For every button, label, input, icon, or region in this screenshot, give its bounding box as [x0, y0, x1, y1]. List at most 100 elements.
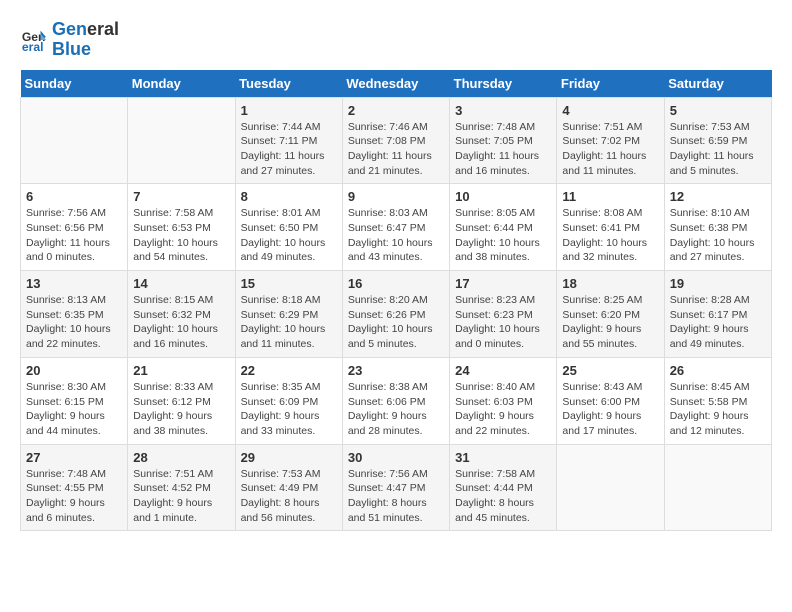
weekday-header-sunday: Sunday — [21, 70, 128, 98]
weekday-header-row: SundayMondayTuesdayWednesdayThursdayFrid… — [21, 70, 772, 98]
day-number: 4 — [562, 103, 658, 118]
day-number: 8 — [241, 189, 337, 204]
weekday-header-wednesday: Wednesday — [342, 70, 449, 98]
calendar-cell: 30 Sunrise: 7:56 AMSunset: 4:47 PMDayligh… — [342, 444, 449, 531]
weekday-header-saturday: Saturday — [664, 70, 771, 98]
calendar-week-row: 1 Sunrise: 7:44 AMSunset: 7:11 PMDaylight… — [21, 97, 772, 184]
calendar-cell: 2 Sunrise: 7:46 AMSunset: 7:08 PMDaylight… — [342, 97, 449, 184]
calendar-week-row: 6 Sunrise: 7:56 AMSunset: 6:56 PMDaylight… — [21, 184, 772, 271]
weekday-header-monday: Monday — [128, 70, 235, 98]
day-info: Sunrise: 7:56 AMSunset: 4:47 PMDaylight:… — [348, 467, 444, 526]
day-number: 28 — [133, 450, 229, 465]
day-info: Sunrise: 8:13 AMSunset: 6:35 PMDaylight:… — [26, 293, 122, 352]
day-info: Sunrise: 8:38 AMSunset: 6:06 PMDaylight:… — [348, 380, 444, 439]
calendar-cell — [128, 97, 235, 184]
day-info: Sunrise: 8:01 AMSunset: 6:50 PMDaylight:… — [241, 206, 337, 265]
day-info: Sunrise: 8:05 AMSunset: 6:44 PMDaylight:… — [455, 206, 551, 265]
calendar-cell: 8 Sunrise: 8:01 AMSunset: 6:50 PMDaylight… — [235, 184, 342, 271]
day-number: 13 — [26, 276, 122, 291]
day-info: Sunrise: 8:23 AMSunset: 6:23 PMDaylight:… — [455, 293, 551, 352]
day-number: 6 — [26, 189, 122, 204]
calendar-week-row: 27Sunrise: 7:48 AMSunset: 4:55 PMDayligh… — [21, 444, 772, 531]
day-info: Sunrise: 8:08 AMSunset: 6:41 PMDaylight:… — [562, 206, 658, 265]
calendar-cell: 7 Sunrise: 7:58 AMSunset: 6:53 PMDaylight… — [128, 184, 235, 271]
day-info: Sunrise: 7:56 AMSunset: 6:56 PMDaylight:… — [26, 206, 122, 265]
day-info: Sunrise: 7:58 AMSunset: 4:44 PMDaylight:… — [455, 467, 551, 526]
calendar-cell: 31 Sunrise: 7:58 AMSunset: 4:44 PMDayligh… — [450, 444, 557, 531]
day-number: 17 — [455, 276, 551, 291]
calendar-cell: 29 Sunrise: 7:53 AMSunset: 4:49 PMDayligh… — [235, 444, 342, 531]
day-info: Sunrise: 7:51 AMSunset: 7:02 PMDaylight:… — [562, 120, 658, 179]
day-number: 24 — [455, 363, 551, 378]
logo-text2: Blue — [52, 40, 119, 60]
logo: Gen eral General Blue — [20, 20, 119, 60]
calendar-cell: 27Sunrise: 7:48 AMSunset: 4:55 PMDayligh… — [21, 444, 128, 531]
page-header: Gen eral General Blue — [20, 20, 772, 60]
day-number: 25 — [562, 363, 658, 378]
calendar-cell: 1 Sunrise: 7:44 AMSunset: 7:11 PMDaylight… — [235, 97, 342, 184]
calendar-cell: 9Sunrise: 8:03 AMSunset: 6:47 PMDaylight… — [342, 184, 449, 271]
weekday-header-friday: Friday — [557, 70, 664, 98]
day-info: Sunrise: 8:25 AMSunset: 6:20 PMDaylight:… — [562, 293, 658, 352]
day-number: 26 — [670, 363, 766, 378]
logo-text: General — [52, 20, 119, 40]
day-number: 20 — [26, 363, 122, 378]
day-info: Sunrise: 8:03 AMSunset: 6:47 PMDaylight:… — [348, 206, 444, 265]
calendar-cell: 6 Sunrise: 7:56 AMSunset: 6:56 PMDaylight… — [21, 184, 128, 271]
calendar-cell — [664, 444, 771, 531]
calendar-cell: 4 Sunrise: 7:51 AMSunset: 7:02 PMDaylight… — [557, 97, 664, 184]
calendar-table: SundayMondayTuesdayWednesdayThursdayFrid… — [20, 70, 772, 532]
calendar-cell — [21, 97, 128, 184]
calendar-cell — [557, 444, 664, 531]
day-info: Sunrise: 7:48 AMSunset: 4:55 PMDaylight:… — [26, 467, 122, 526]
calendar-body: 1 Sunrise: 7:44 AMSunset: 7:11 PMDaylight… — [21, 97, 772, 531]
calendar-cell: 25Sunrise: 8:43 AMSunset: 6:00 PMDayligh… — [557, 357, 664, 444]
calendar-cell: 17 Sunrise: 8:23 AMSunset: 6:23 PMDayligh… — [450, 271, 557, 358]
logo-icon: Gen eral — [20, 26, 48, 54]
day-number: 10 — [455, 189, 551, 204]
day-number: 14 — [133, 276, 229, 291]
calendar-cell: 10 Sunrise: 8:05 AMSunset: 6:44 PMDayligh… — [450, 184, 557, 271]
calendar-week-row: 13 Sunrise: 8:13 AMSunset: 6:35 PMDayligh… — [21, 271, 772, 358]
day-info: Sunrise: 8:30 AMSunset: 6:15 PMDaylight:… — [26, 380, 122, 439]
day-number: 23 — [348, 363, 444, 378]
day-info: Sunrise: 7:58 AMSunset: 6:53 PMDaylight:… — [133, 206, 229, 265]
day-info: Sunrise: 8:45 AMSunset: 5:58 PMDaylight:… — [670, 380, 766, 439]
day-info: Sunrise: 7:53 AMSunset: 4:49 PMDaylight:… — [241, 467, 337, 526]
calendar-cell: 11Sunrise: 8:08 AMSunset: 6:41 PMDayligh… — [557, 184, 664, 271]
calendar-cell: 12Sunrise: 8:10 AMSunset: 6:38 PMDayligh… — [664, 184, 771, 271]
day-number: 5 — [670, 103, 766, 118]
day-info: Sunrise: 7:51 AMSunset: 4:52 PMDaylight:… — [133, 467, 229, 526]
day-number: 31 — [455, 450, 551, 465]
day-info: Sunrise: 7:46 AMSunset: 7:08 PMDaylight:… — [348, 120, 444, 179]
day-number: 30 — [348, 450, 444, 465]
day-number: 22 — [241, 363, 337, 378]
weekday-header-thursday: Thursday — [450, 70, 557, 98]
day-number: 29 — [241, 450, 337, 465]
day-info: Sunrise: 8:35 AMSunset: 6:09 PMDaylight:… — [241, 380, 337, 439]
day-info: Sunrise: 8:18 AMSunset: 6:29 PMDaylight:… — [241, 293, 337, 352]
calendar-cell: 14 Sunrise: 8:15 AMSunset: 6:32 PMDayligh… — [128, 271, 235, 358]
calendar-cell: 20 Sunrise: 8:30 AMSunset: 6:15 PMDayligh… — [21, 357, 128, 444]
calendar-cell: 22 Sunrise: 8:35 AMSunset: 6:09 PMDayligh… — [235, 357, 342, 444]
day-info: Sunrise: 8:40 AMSunset: 6:03 PMDaylight:… — [455, 380, 551, 439]
calendar-cell: 18Sunrise: 8:25 AMSunset: 6:20 PMDayligh… — [557, 271, 664, 358]
day-number: 19 — [670, 276, 766, 291]
day-info: Sunrise: 8:33 AMSunset: 6:12 PMDaylight:… — [133, 380, 229, 439]
day-number: 7 — [133, 189, 229, 204]
day-number: 2 — [348, 103, 444, 118]
calendar-cell: 5 Sunrise: 7:53 AMSunset: 6:59 PMDaylight… — [664, 97, 771, 184]
day-number: 1 — [241, 103, 337, 118]
calendar-cell: 21 Sunrise: 8:33 AMSunset: 6:12 PMDayligh… — [128, 357, 235, 444]
weekday-header-tuesday: Tuesday — [235, 70, 342, 98]
day-info: Sunrise: 7:53 AMSunset: 6:59 PMDaylight:… — [670, 120, 766, 179]
day-info: Sunrise: 8:15 AMSunset: 6:32 PMDaylight:… — [133, 293, 229, 352]
day-number: 21 — [133, 363, 229, 378]
calendar-cell: 26 Sunrise: 8:45 AMSunset: 5:58 PMDayligh… — [664, 357, 771, 444]
calendar-cell: 23 Sunrise: 8:38 AMSunset: 6:06 PMDayligh… — [342, 357, 449, 444]
day-info: Sunrise: 8:20 AMSunset: 6:26 PMDaylight:… — [348, 293, 444, 352]
calendar-cell: 28 Sunrise: 7:51 AMSunset: 4:52 PMDayligh… — [128, 444, 235, 531]
day-info: Sunrise: 7:44 AMSunset: 7:11 PMDaylight:… — [241, 120, 337, 179]
day-info: Sunrise: 8:28 AMSunset: 6:17 PMDaylight:… — [670, 293, 766, 352]
svg-text:eral: eral — [22, 40, 44, 54]
